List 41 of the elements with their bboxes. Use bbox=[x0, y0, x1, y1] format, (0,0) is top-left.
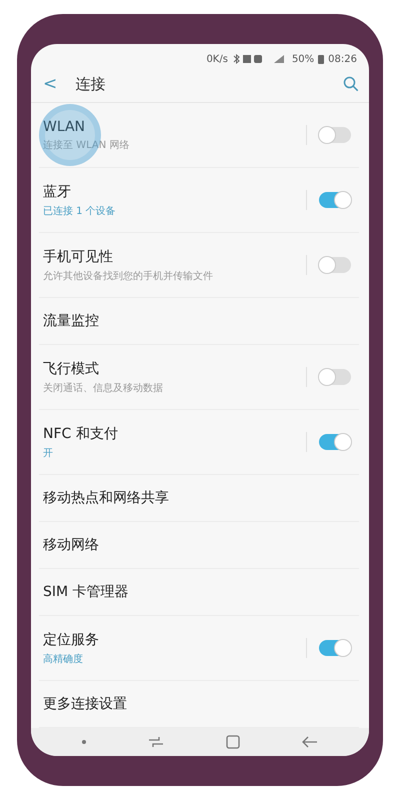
recent-apps-icon[interactable] bbox=[148, 736, 164, 748]
toggle-switch[interactable] bbox=[319, 640, 351, 656]
settings-row[interactable]: 定位服务 高精确度 bbox=[39, 616, 359, 681]
setting-title: NFC 和支付 bbox=[43, 424, 119, 442]
toggle-switch[interactable] bbox=[319, 434, 351, 450]
setting-title: SIM 卡管理器 bbox=[43, 583, 130, 601]
clock: 08:26 bbox=[328, 54, 357, 64]
setting-subtitle: 开 bbox=[43, 446, 54, 460]
back-arrow-icon[interactable] bbox=[302, 736, 318, 748]
setting-title: WLAN bbox=[43, 118, 86, 134]
settings-row[interactable]: 蓝牙 已连接 1 个设备 bbox=[39, 168, 359, 233]
setting-title: 定位服务 bbox=[43, 630, 100, 648]
setting-subtitle: 关闭通话、信息及移动数据 bbox=[43, 382, 164, 394]
setting-title: 移动网络 bbox=[43, 536, 100, 554]
settings-row[interactable]: 飞行模式 关闭通话、信息及移动数据 bbox=[39, 345, 359, 410]
toggle-switch[interactable] bbox=[319, 369, 351, 385]
toggle-switch[interactable] bbox=[319, 257, 351, 273]
battery-icon bbox=[318, 54, 324, 64]
setting-title: 手机可见性 bbox=[43, 248, 114, 266]
settings-row[interactable]: 移动网络 bbox=[39, 522, 359, 569]
setting-title: 流量监控 bbox=[43, 312, 100, 330]
settings-row[interactable]: SIM 卡管理器 bbox=[39, 569, 359, 616]
settings-row[interactable]: 手机可见性 允许其他设备找到您的手机并传输文件 bbox=[39, 233, 359, 298]
battery-percent: 50% bbox=[292, 54, 314, 64]
dot-icon[interactable] bbox=[82, 740, 86, 744]
home-icon[interactable] bbox=[226, 735, 240, 749]
network-speed: 0K/s bbox=[206, 54, 228, 64]
setting-title: 更多连接设置 bbox=[43, 695, 128, 713]
setting-subtitle: 高精确度 bbox=[43, 652, 84, 666]
setting-subtitle: 已连接 1 个设备 bbox=[43, 204, 117, 218]
setting-title: 蓝牙 bbox=[43, 182, 72, 200]
settings-row[interactable]: 流量监控 bbox=[39, 298, 359, 345]
search-icon[interactable] bbox=[343, 76, 359, 92]
setting-title: 移动热点和网络共享 bbox=[43, 489, 170, 507]
screen-title: 连接 bbox=[75, 74, 106, 94]
setting-title: 飞行模式 bbox=[43, 360, 100, 378]
toggle-switch[interactable] bbox=[319, 192, 351, 208]
toggle-switch[interactable] bbox=[319, 127, 351, 143]
setting-subtitle: 允许其他设备找到您的手机并传输文件 bbox=[43, 270, 214, 282]
settings-row[interactable]: 移动热点和网络共享 bbox=[39, 475, 359, 522]
settings-row[interactable]: NFC 和支付 开 bbox=[39, 410, 359, 475]
